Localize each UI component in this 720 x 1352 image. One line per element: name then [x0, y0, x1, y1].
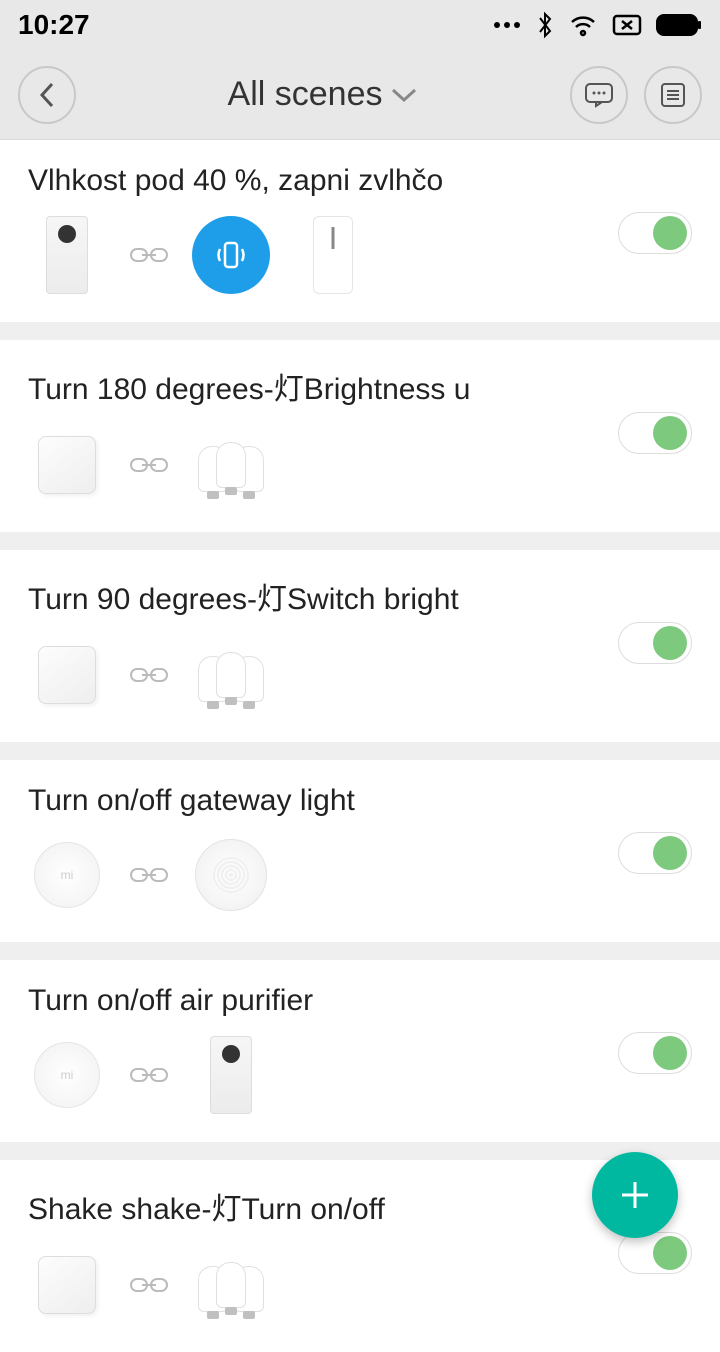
message-icon	[584, 82, 614, 108]
wifi-icon	[568, 13, 598, 37]
header-title-dropdown[interactable]: All scenes	[76, 75, 570, 114]
scene-toggle[interactable]	[618, 212, 692, 254]
back-button[interactable]	[18, 66, 76, 124]
scene-devices	[28, 636, 692, 714]
round-button-icon: mi	[28, 836, 106, 914]
status-bar: 10:27	[0, 0, 720, 50]
scene-devices: mi	[28, 1036, 692, 1114]
scene-title: Turn 180 degrees-灯Brightness u	[28, 364, 692, 408]
scene-card[interactable]: Turn 180 degrees-灯Brightness u	[0, 340, 720, 532]
scene-toggle[interactable]	[618, 1232, 692, 1274]
app-header: All scenes	[0, 50, 720, 140]
status-icons	[492, 11, 702, 39]
page-title: All scenes	[228, 75, 383, 114]
scene-devices	[28, 426, 692, 504]
link-icon	[130, 244, 168, 266]
gateway-icon	[192, 836, 270, 914]
bulbs-icon	[192, 636, 270, 714]
round-button-icon: mi	[28, 1036, 106, 1114]
link-icon	[130, 1274, 168, 1296]
add-scene-button[interactable]	[592, 1152, 678, 1238]
scene-toggle[interactable]	[618, 412, 692, 454]
plus-icon	[616, 1176, 654, 1214]
purifier-icon	[28, 216, 106, 294]
cube-icon	[28, 636, 106, 714]
list-button[interactable]	[644, 66, 702, 124]
link-icon	[130, 454, 168, 476]
close-box-icon	[612, 14, 642, 36]
link-icon	[130, 1064, 168, 1086]
scene-card[interactable]: Vlhkost pod 40 %, zapni zvlhčo	[0, 140, 720, 322]
scene-devices	[28, 1246, 692, 1324]
scene-toggle[interactable]	[618, 832, 692, 874]
chevron-left-icon	[38, 81, 56, 109]
status-time: 10:27	[18, 9, 90, 41]
bulbs-icon	[192, 1246, 270, 1324]
scene-devices	[28, 216, 692, 294]
more-icon	[492, 20, 522, 30]
bulbs-icon	[192, 426, 270, 504]
scene-card[interactable]: Turn 90 degrees-灯Switch bright	[0, 550, 720, 742]
scene-toggle[interactable]	[618, 622, 692, 664]
phone-vibrate-icon	[192, 216, 270, 294]
battery-icon	[656, 14, 702, 36]
bluetooth-icon	[536, 11, 554, 39]
scene-card[interactable]: Turn on/off gateway light mi	[0, 760, 720, 942]
list-icon	[659, 81, 687, 109]
scene-title: Turn 90 degrees-灯Switch bright	[28, 574, 692, 618]
cube-icon	[28, 1246, 106, 1324]
scene-title: Turn on/off air purifier	[28, 984, 692, 1018]
link-icon	[130, 664, 168, 686]
purifier-icon	[192, 1036, 270, 1114]
humidifier-icon	[294, 216, 372, 294]
cube-icon	[28, 426, 106, 504]
scene-toggle[interactable]	[618, 1032, 692, 1074]
link-icon	[130, 864, 168, 886]
scene-title: Turn on/off gateway light	[28, 784, 692, 818]
chevron-down-icon	[390, 87, 418, 103]
scene-card[interactable]: Turn on/off air purifier mi	[0, 960, 720, 1142]
scene-devices: mi	[28, 836, 692, 914]
messages-button[interactable]	[570, 66, 628, 124]
scene-title: Vlhkost pod 40 %, zapni zvlhčo	[28, 164, 692, 198]
